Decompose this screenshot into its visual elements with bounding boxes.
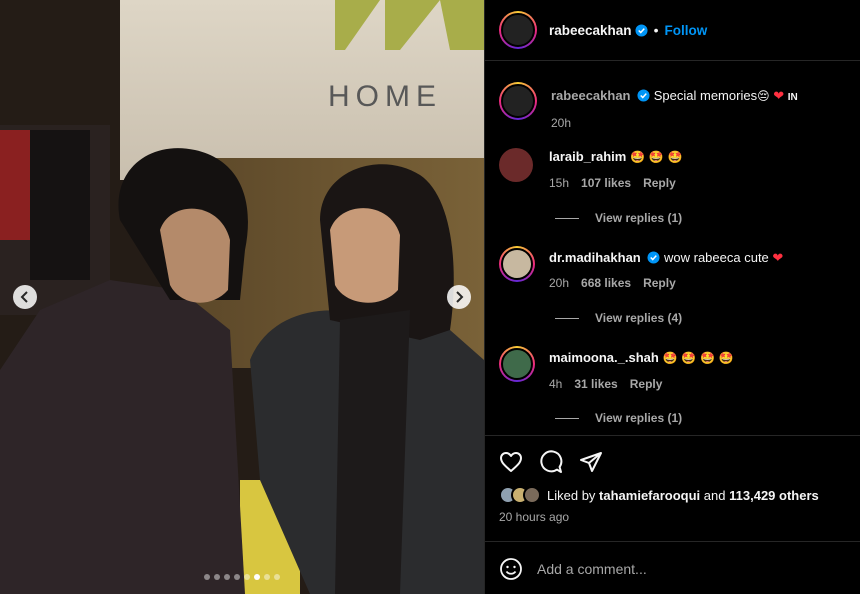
like-heart-icon[interactable] — [499, 450, 523, 474]
caption-text: Special memories — [653, 88, 758, 103]
carousel-dot — [224, 574, 230, 580]
view-replies-button[interactable]: View replies (4) — [555, 311, 682, 325]
chevron-left-icon — [20, 291, 28, 303]
carousel-dot — [274, 574, 280, 580]
heart-emoji-icon: ❤ — [773, 88, 785, 103]
post-sidebar: rabeecakhan • Follow rabeecakhan Special… — [484, 0, 860, 594]
view-replies-button[interactable]: View replies (1) — [555, 411, 682, 425]
add-comment-input[interactable] — [537, 560, 837, 577]
comment-text: wow rabeeca cute — [664, 250, 769, 265]
comments-list[interactable]: rabeecakhan Special memories😔 ❤ IN 20h l… — [485, 62, 860, 434]
view-replies-label: View replies (1) — [595, 211, 683, 225]
chevron-right-icon — [456, 291, 464, 303]
likes-count[interactable]: 113,429 others — [729, 488, 819, 503]
follow-button[interactable]: Follow — [664, 23, 707, 38]
share-send-icon[interactable] — [579, 450, 603, 474]
carousel-dot — [204, 574, 210, 580]
view-replies-label: View replies (4) — [595, 311, 683, 325]
caption-username[interactable]: rabeecakhan — [551, 88, 631, 103]
verified-badge-icon — [635, 23, 648, 37]
author-avatar[interactable] — [499, 11, 537, 49]
sign-text: HOME — [328, 80, 442, 113]
comment-text: 🤩 🤩 🤩 🤩 — [662, 351, 734, 365]
commenter-avatar[interactable] — [499, 148, 533, 182]
comment-username[interactable]: maimoona._.shah — [549, 350, 659, 365]
heart-emoji-icon: ❤ — [772, 250, 784, 265]
comment-icon[interactable] — [539, 450, 563, 474]
divider-line — [555, 217, 579, 219]
comment-time: 15h — [549, 176, 570, 190]
reply-button[interactable]: Reply — [643, 275, 676, 292]
commenter-avatar[interactable] — [499, 346, 535, 382]
comment-likes[interactable]: 31 likes — [574, 376, 617, 393]
comment-time: 4h — [549, 377, 563, 391]
reply-button[interactable]: Reply — [643, 175, 676, 192]
reply-button[interactable]: Reply — [630, 376, 663, 393]
carousel-dot — [244, 574, 250, 580]
comment-text: 🤩 🤩 🤩 — [629, 150, 683, 164]
verified-badge-icon — [647, 251, 660, 264]
pensive-emoji-icon: 😔 — [757, 89, 770, 103]
commenter-avatar[interactable] — [499, 246, 535, 282]
caption-tag: IN — [787, 92, 798, 103]
previous-photo-button[interactable] — [13, 285, 37, 309]
carousel-dots — [0, 574, 484, 580]
separator-dot: • — [653, 22, 659, 38]
post-header: rabeecakhan • Follow — [485, 0, 860, 61]
comment-likes[interactable]: 107 likes — [581, 175, 631, 192]
post-photo: HOME — [0, 0, 484, 594]
next-photo-button[interactable] — [447, 285, 471, 309]
comment-item: maimoona._.shah 🤩 🤩 🤩 🤩 4h 31 likes Repl… — [499, 346, 846, 393]
caption: rabeecakhan Special memories😔 ❤ IN 20h — [499, 82, 846, 132]
carousel-dot — [234, 574, 240, 580]
comment-item: laraib_rahim 🤩 🤩 🤩 15h 107 likes Reply — [499, 148, 846, 192]
caption-time: 20h — [551, 116, 572, 130]
divider-line — [555, 317, 579, 319]
add-comment-bar — [485, 541, 860, 594]
view-replies-button[interactable]: View replies (1) — [555, 211, 682, 225]
liked-by: Liked by tahamiefarooqui and 113,429 oth… — [485, 486, 860, 504]
emoji-picker-icon[interactable] — [499, 557, 523, 581]
comment-time: 20h — [549, 276, 570, 290]
verified-badge-icon — [637, 89, 650, 102]
comment-username[interactable]: laraib_rahim — [549, 149, 626, 164]
liked-by-prefix: Liked by — [547, 487, 596, 503]
carousel-dot — [214, 574, 220, 580]
liker-avatars[interactable] — [499, 486, 541, 504]
comment-username[interactable]: dr.madihakhan — [549, 250, 641, 265]
view-replies-label: View replies (1) — [595, 411, 683, 425]
post-actions: Liked by tahamiefarooqui and 113,429 oth… — [485, 435, 860, 594]
caption-author-avatar[interactable] — [499, 82, 537, 120]
post-time: 20 hours ago — [499, 510, 570, 524]
comment-likes[interactable]: 668 likes — [581, 275, 631, 292]
liked-by-and: and — [703, 487, 726, 503]
author-username[interactable]: rabeecakhan — [549, 23, 632, 38]
liked-by-user[interactable]: tahamiefarooqui — [599, 488, 700, 503]
comment-item: dr.madihakhan wow rabeeca cute ❤ 20h 668… — [499, 246, 846, 292]
post-media: HOME — [0, 0, 484, 594]
carousel-dot — [264, 574, 270, 580]
carousel-dot — [254, 574, 260, 580]
divider-line — [555, 417, 579, 419]
